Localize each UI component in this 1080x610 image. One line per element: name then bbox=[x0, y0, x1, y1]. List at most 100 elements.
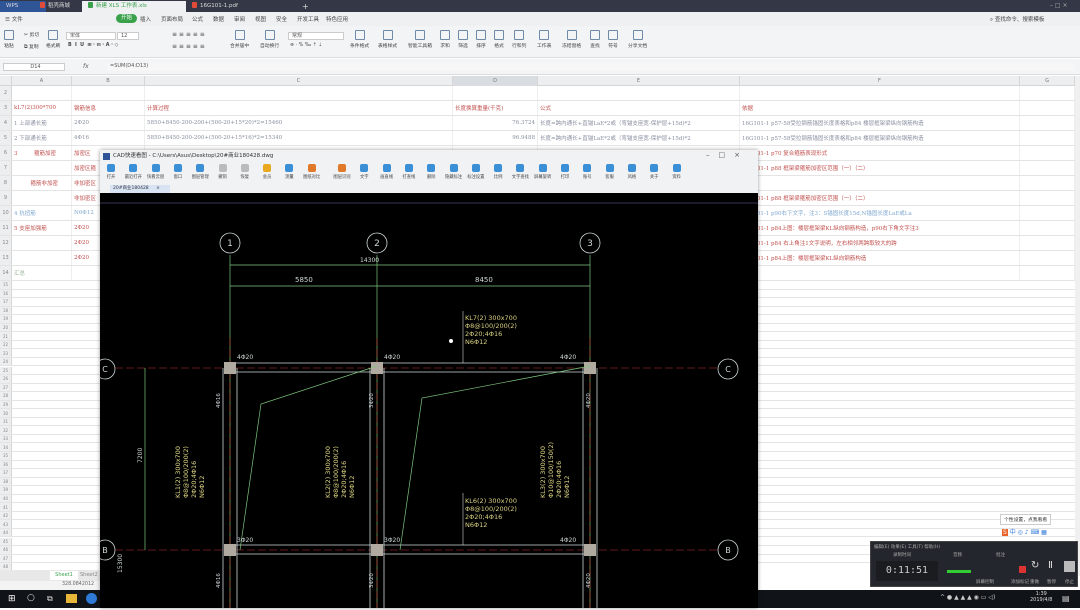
drawing-canvas[interactable]: 1 2 3 C C B B 14300 5850 8450 7200 15300 4Φ20 3Φ20 4Φ2… bbox=[94, 193, 758, 608]
cell[interactable] bbox=[145, 86, 453, 100]
col-c[interactable]: C bbox=[145, 76, 453, 86]
cell[interactable]: 4Φ16 bbox=[72, 131, 145, 145]
cell[interactable] bbox=[1020, 191, 1075, 205]
cell[interactable]: 16G101-1 p57-58受拉钢筋锚固长度表格和p84 楼层框架梁纵向钢筋构… bbox=[740, 116, 1020, 130]
ribbon-button[interactable]: 冻结窗格 bbox=[562, 30, 581, 49]
notification-icon[interactable]: ▤ bbox=[1062, 594, 1070, 603]
tray-icons[interactable]: ^ ● ▲ ▲ ▲ ◉ ▭ ◁) bbox=[940, 594, 995, 601]
row-number[interactable]: 15 bbox=[0, 281, 12, 289]
command-search[interactable]: ⌕ 查找命令、搜索模板 bbox=[990, 15, 1044, 24]
cell[interactable]: 4 抗扭筋 bbox=[12, 206, 72, 220]
cad-tool-button[interactable]: 风格 bbox=[621, 164, 643, 180]
cad-tool-button[interactable]: 会员 bbox=[256, 164, 278, 180]
drawing-tab[interactable]: 20#商业180428 × bbox=[110, 185, 170, 193]
font-size-select[interactable]: 12 bbox=[117, 32, 139, 40]
col-g[interactable]: G bbox=[1020, 76, 1075, 86]
cad-tool-button[interactable]: 打查线 bbox=[398, 164, 420, 180]
menu-home[interactable]: 开始 bbox=[116, 14, 138, 23]
cell[interactable] bbox=[1020, 161, 1075, 175]
indent-buttons[interactable]: ≡ ≡ ≡ ≡ ≡ bbox=[172, 43, 205, 50]
cell[interactable] bbox=[72, 86, 145, 100]
cell[interactable] bbox=[538, 86, 740, 100]
app-icon[interactable] bbox=[86, 593, 97, 604]
cell[interactable]: 5850+8450-200-200+(500-20+15*20)*2=15460 bbox=[145, 116, 453, 130]
cell[interactable] bbox=[1020, 116, 1075, 130]
row-number[interactable]: 2 bbox=[0, 86, 12, 100]
row-number[interactable]: 33 bbox=[0, 434, 12, 443]
row-number[interactable]: 16 bbox=[0, 289, 12, 298]
row-number[interactable]: 48 bbox=[0, 563, 12, 570]
ribbon-button[interactable]: 求和 bbox=[440, 30, 450, 49]
row-number[interactable]: 29 bbox=[0, 400, 12, 409]
ribbon-button[interactable]: 查找 bbox=[590, 30, 600, 49]
cell[interactable] bbox=[12, 236, 72, 250]
cad-tool-button[interactable]: 标注设置 bbox=[465, 164, 487, 180]
row-number[interactable]: 43 bbox=[0, 520, 12, 528]
cell[interactable]: 1 上部通长筋 bbox=[12, 116, 72, 130]
cell[interactable] bbox=[740, 176, 1020, 190]
cad-tool-button[interactable]: 删除 bbox=[420, 164, 442, 180]
col-d[interactable]: D bbox=[453, 76, 538, 86]
screen-control-button[interactable]: 屏幕控制 bbox=[976, 579, 994, 585]
cad-tool-button[interactable]: 关于 bbox=[643, 164, 665, 180]
ribbon-button[interactable]: 表格样式 bbox=[378, 30, 397, 49]
cell[interactable]: 2Φ20 bbox=[72, 116, 145, 130]
row-number[interactable]: 7 bbox=[0, 161, 12, 175]
tab-docer[interactable]: 稻壳商城 bbox=[34, 1, 84, 12]
cad-window-controls[interactable]: –□× bbox=[706, 151, 749, 159]
cad-tool-button[interactable]: 图纸对比 bbox=[301, 164, 323, 180]
cell[interactable] bbox=[1020, 131, 1075, 145]
cell[interactable]: 汇总 bbox=[12, 266, 72, 280]
col-f[interactable]: F bbox=[740, 76, 1020, 86]
fx-icon[interactable]: fx bbox=[83, 63, 89, 70]
cell[interactable]: 箍筋非加密 bbox=[12, 176, 72, 190]
cell[interactable] bbox=[1020, 176, 1075, 190]
pause-icon[interactable]: Ⅱ bbox=[1048, 560, 1053, 571]
row-number[interactable]: 27 bbox=[0, 383, 12, 392]
row-number[interactable]: 30 bbox=[0, 409, 12, 417]
row-number[interactable]: 36 bbox=[0, 460, 12, 469]
row-number[interactable]: 6 bbox=[0, 146, 12, 160]
cell[interactable]: 96.9488 bbox=[453, 131, 538, 145]
cad-tool-button[interactable]: 文字 bbox=[353, 164, 375, 180]
cell[interactable]: 计算过程 bbox=[145, 101, 453, 115]
cell[interactable]: 16G101-1 p84上图：楼层框架梁KL纵向钢筋构造，p90右下角文字注3 bbox=[740, 221, 1020, 235]
row-number[interactable]: 18 bbox=[0, 306, 12, 315]
col-b[interactable]: B bbox=[72, 76, 145, 86]
cell[interactable] bbox=[1020, 236, 1075, 250]
cad-tool-button[interactable]: 打印 bbox=[554, 164, 576, 180]
row-number[interactable]: 44 bbox=[0, 528, 12, 537]
menu-page-layout[interactable]: 页面布局 bbox=[161, 15, 183, 23]
menu-formulas[interactable]: 公式 bbox=[192, 15, 203, 23]
number-format-select[interactable]: 常规 bbox=[288, 32, 344, 40]
row-number[interactable]: 31 bbox=[0, 417, 12, 426]
cell[interactable]: 16G101-1 p88 框架梁箍筋加密区范围（一）（二） bbox=[740, 191, 1020, 205]
tab-pdf[interactable]: 16G101-1.pdf bbox=[186, 1, 286, 12]
menu-special[interactable]: 特色应用 bbox=[326, 15, 348, 23]
cad-tool-button[interactable]: 资料 bbox=[666, 164, 688, 180]
task-view-icon[interactable]: ⧉ bbox=[47, 594, 53, 604]
name-box[interactable]: D14 bbox=[3, 63, 65, 71]
file-explorer-icon[interactable] bbox=[66, 594, 77, 603]
cell[interactable] bbox=[1020, 221, 1075, 235]
cell[interactable]: 长度换算重量(千克) bbox=[453, 101, 538, 115]
menu-insert[interactable]: 插入 bbox=[140, 15, 151, 23]
cad-tool-button[interactable]: 比例 bbox=[487, 164, 509, 180]
row-number[interactable]: 17 bbox=[0, 298, 12, 306]
cell[interactable]: 5850+8450-200-200+(500-20+15*16)*2=15340 bbox=[145, 131, 453, 145]
cell[interactable] bbox=[12, 191, 72, 205]
cell[interactable] bbox=[12, 86, 72, 100]
merge-button[interactable]: 合并居中 bbox=[230, 30, 249, 49]
formula-input[interactable]: =SUM(D4:D13) bbox=[107, 63, 1075, 71]
cell[interactable] bbox=[453, 86, 538, 100]
font-select[interactable]: 宋体 bbox=[66, 32, 116, 40]
close-tab-icon[interactable]: × bbox=[156, 186, 160, 191]
cell[interactable]: 2 下部通长筋 bbox=[12, 131, 72, 145]
menu-developer[interactable]: 开发工具 bbox=[297, 15, 319, 23]
col-a[interactable]: A bbox=[12, 76, 72, 86]
row-number[interactable]: 3 bbox=[0, 101, 12, 115]
row-number[interactable]: 19 bbox=[0, 315, 12, 323]
cell[interactable]: 5 支座加强筋 bbox=[12, 221, 72, 235]
format-painter-button[interactable]: 格式刷 bbox=[46, 30, 60, 49]
ime-toolbar[interactable]: S 中 ◎ ♪ ⌨ ▦ bbox=[1002, 527, 1047, 536]
